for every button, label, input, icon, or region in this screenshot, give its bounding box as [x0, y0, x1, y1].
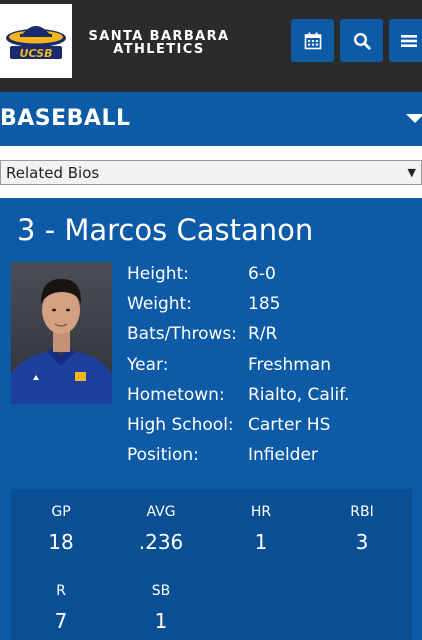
bio-label: Height: [127, 264, 189, 284]
bio-value: Rialto, Calif. [248, 384, 350, 405]
bio-label: Weight: [127, 294, 192, 315]
stat-value: 7 [54, 609, 68, 633]
select-value: Related Bios [6, 164, 100, 182]
bio-value: Freshman [248, 354, 331, 375]
stat-sb: SB 1 [111, 582, 211, 633]
stat-hr: HR 1 [211, 503, 311, 554]
search-button[interactable] [340, 19, 383, 62]
stat-label: HR [250, 504, 272, 520]
site-header: UCSB SANTA BARBARA ATHLETICS [0, 0, 422, 92]
sport-menu[interactable]: BASEBALL [0, 92, 422, 146]
svg-text:UCSB: UCSB [20, 47, 53, 60]
stat-label: GP [51, 504, 71, 520]
bio-value: R/R [248, 324, 278, 345]
stat-value: .236 [138, 530, 184, 554]
bio-label: Hometown: [127, 384, 225, 405]
bio-value: 185 [248, 294, 281, 315]
player-photo-image [11, 262, 112, 404]
bio-label: Year: [127, 354, 169, 375]
bio-label: High School: [127, 414, 234, 435]
player-name: 3 - Marcos Castanon [17, 213, 314, 247]
stat-gp: GP 18 [11, 503, 111, 554]
stat-label: R [56, 583, 66, 599]
stat-value: 1 [254, 530, 268, 554]
brand-wordmark: SANTA BARBARA ATHLETICS [78, 30, 240, 56]
dropdown-arrow-icon: ▼ [407, 166, 416, 179]
bio-label: Position: [127, 445, 199, 466]
stat-r: R 7 [11, 582, 111, 633]
stat-value: 3 [355, 530, 369, 554]
stat-rbi: RBI 3 [312, 503, 412, 554]
search-icon [353, 32, 371, 50]
bio-value: 6-0 [248, 264, 276, 284]
ucsb-logo[interactable]: UCSB [0, 4, 72, 78]
stat-value: 1 [154, 609, 168, 633]
menu-button[interactable] [389, 19, 422, 62]
bio-value: Carter HS [248, 414, 331, 435]
gaucho-hat-logo-icon: UCSB [6, 26, 66, 60]
chevron-down-icon [406, 114, 422, 123]
stat-label: RBI [350, 504, 374, 520]
calendar-icon [304, 32, 321, 49]
stat-value: 18 [48, 530, 74, 554]
player-headshot [11, 262, 112, 404]
bio-value: Infielder [248, 445, 318, 466]
stat-label: SB [151, 583, 171, 599]
stat-label: AVG [146, 504, 176, 520]
sport-title: BASEBALL [0, 106, 131, 131]
stats-panel: GP 18 AVG .236 HR 1 RBI 3 R 7 SB 1 [11, 489, 412, 640]
bio-label: Bats/Throws: [127, 324, 237, 345]
calendar-button[interactable] [291, 19, 334, 62]
menu-icon [401, 34, 417, 47]
brand-line-2: ATHLETICS [113, 42, 205, 57]
stat-avg: AVG .236 [111, 503, 211, 554]
related-bios-select[interactable]: Related Bios ▼ [0, 160, 422, 185]
